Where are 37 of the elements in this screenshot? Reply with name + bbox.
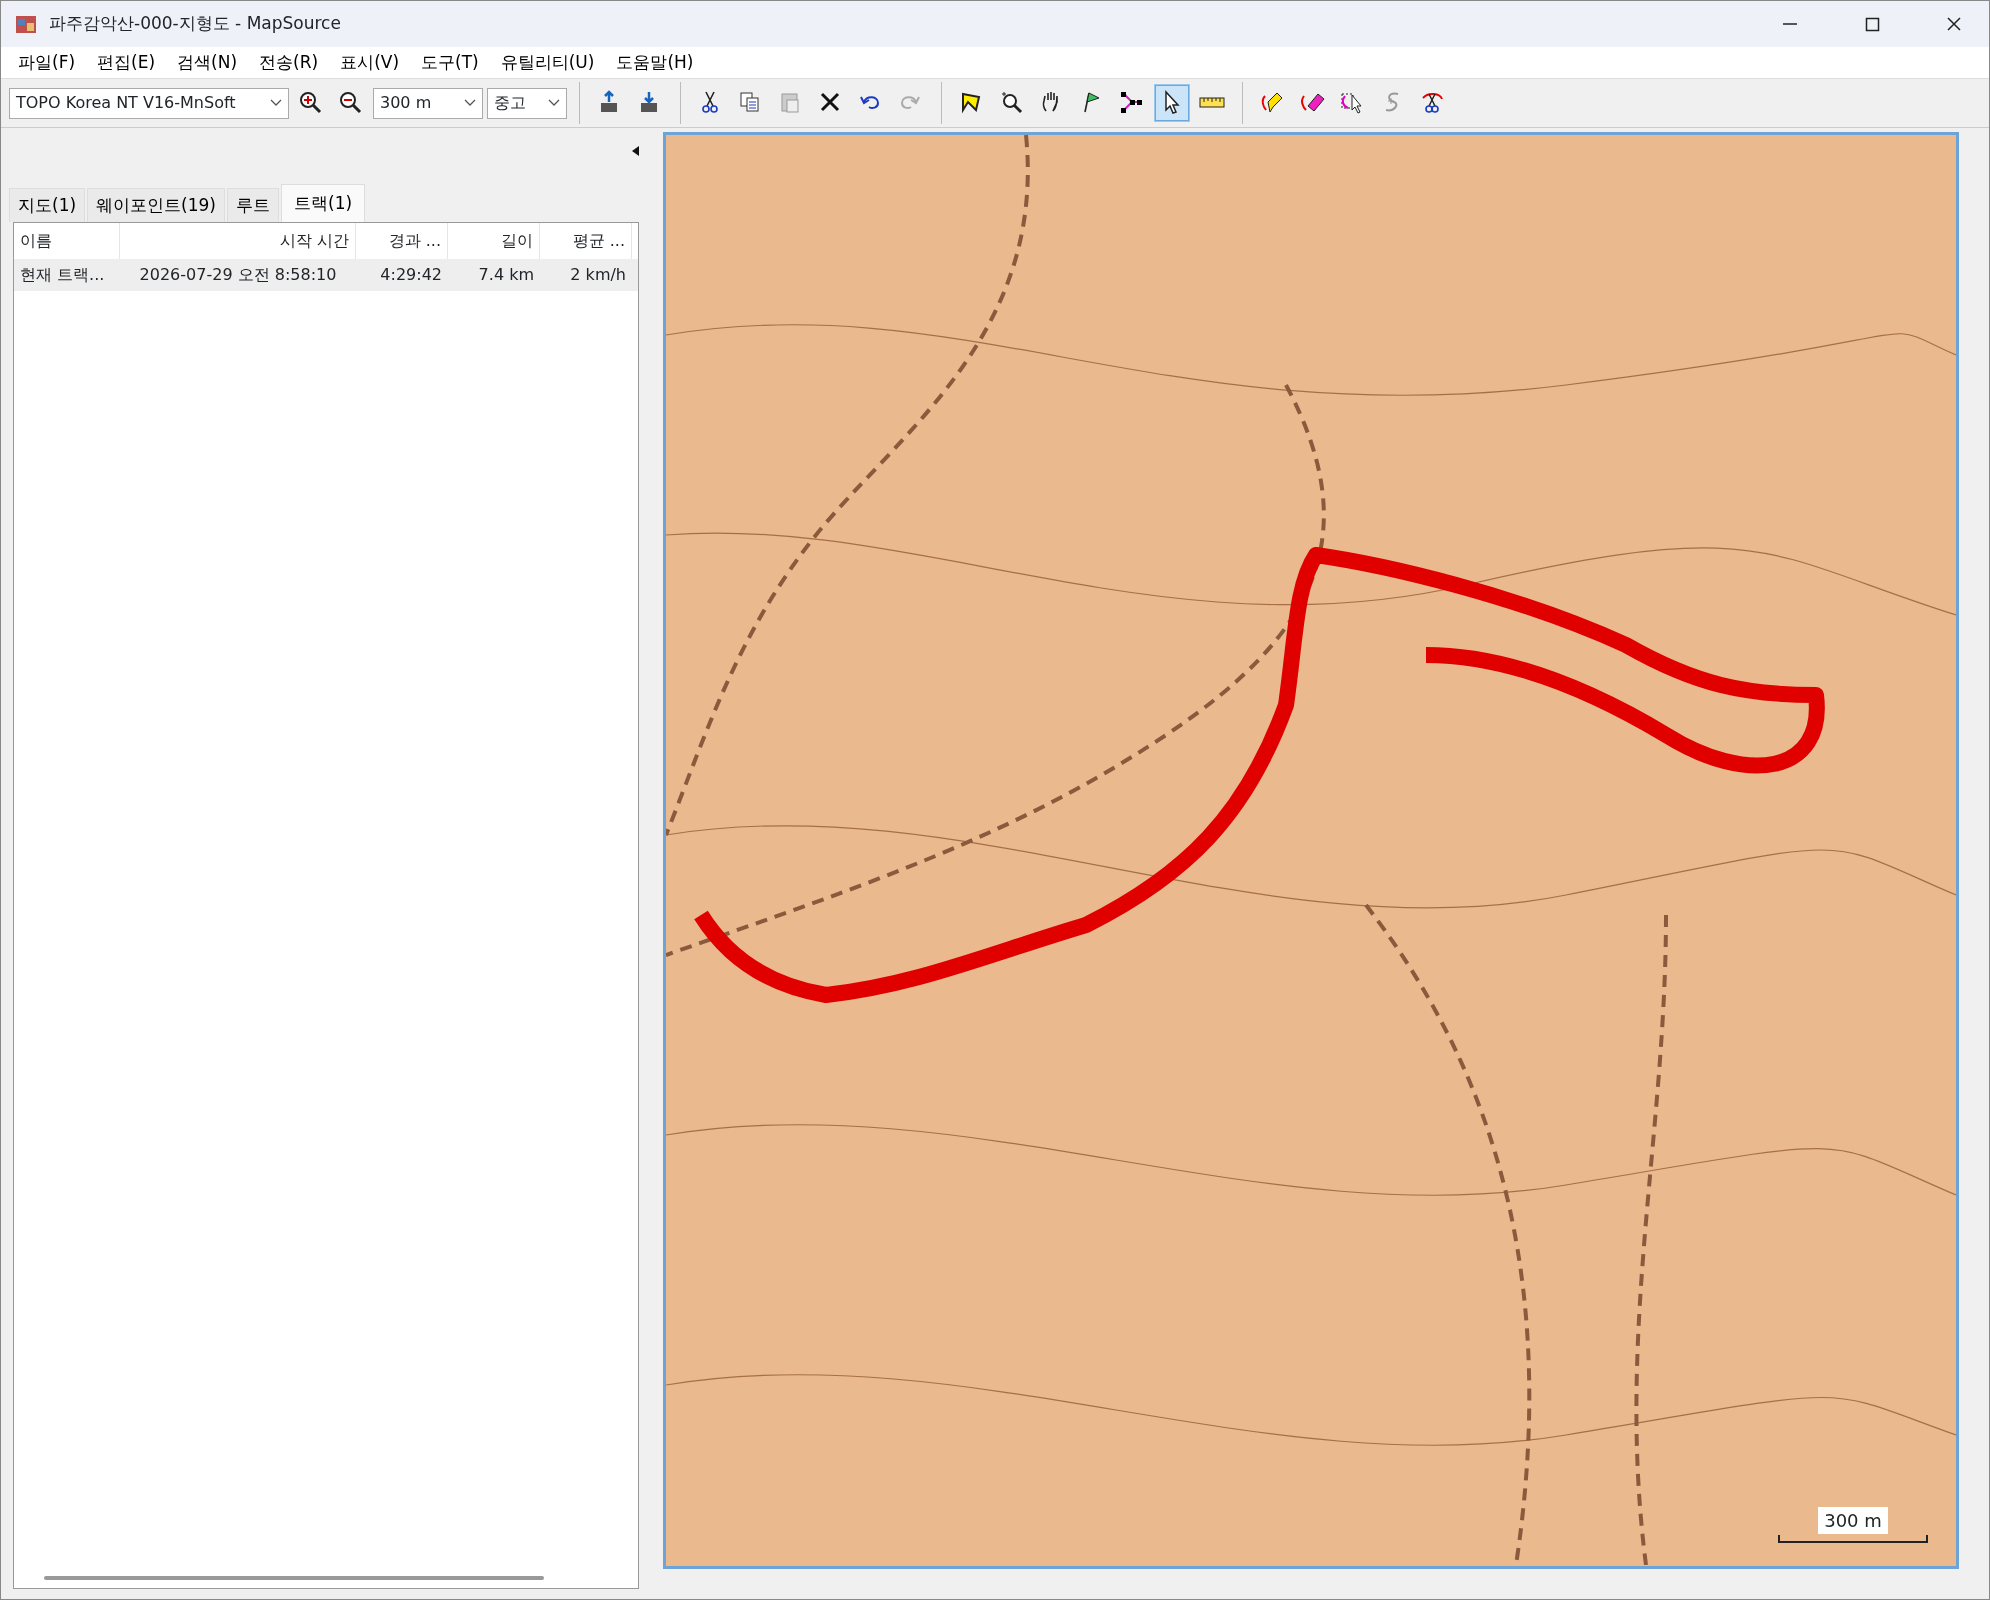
zoom-in-icon <box>298 90 324 116</box>
tab[interactable]: 트랙(1) <box>281 183 366 222</box>
tab[interactable]: 루트 <box>227 187 279 222</box>
caret-icon <box>548 99 560 107</box>
table-cell[interactable]: 2 km/h <box>540 259 632 291</box>
map-product-dropdown[interactable]: TOPO Korea NT V16-MnSoft <box>9 87 289 119</box>
detail-dropdown[interactable]: 중고 <box>487 87 567 119</box>
table-cell[interactable]: 4:29:42 <box>356 259 448 291</box>
map-view[interactable]: 300 m <box>663 132 1959 1569</box>
scrollbar-thumb[interactable] <box>44 1576 544 1580</box>
window-title: 파주감악산-000-지형도 - MapSource <box>49 12 341 36</box>
route-points-icon <box>1119 90 1145 116</box>
close-icon <box>1945 15 1963 33</box>
menu-item[interactable]: 전송(R) <box>248 49 330 76</box>
tab[interactable]: 웨이포인트(19) <box>87 187 225 222</box>
menu-item[interactable]: 표시(V) <box>329 49 411 76</box>
maximize-icon <box>1863 15 1881 33</box>
track-cut-icon <box>1420 90 1446 116</box>
table-cell[interactable]: 2026-07-29 오전 8:58:10 <box>120 259 356 291</box>
magnifier-icon <box>999 90 1025 116</box>
scale-label: 300 m <box>1818 1507 1888 1534</box>
menu-item[interactable]: 파일(F) <box>7 49 87 76</box>
tab[interactable]: 지도(1) <box>9 187 86 222</box>
minimize-icon <box>1783 23 1797 25</box>
zoom-out-icon <box>338 90 364 116</box>
zoom-scale-dropdown[interactable]: 300 m <box>373 87 483 119</box>
menu-item[interactable]: 유틸리티(U) <box>489 49 606 76</box>
menu-item[interactable]: 편집(E) <box>86 49 167 76</box>
menu-item[interactable]: 도구(T) <box>410 49 490 76</box>
menu-item[interactable]: 도움말(H) <box>605 49 705 76</box>
toolbar-button[interactable] <box>1154 84 1190 122</box>
table-cell[interactable]: 현재 트랙... <box>14 259 120 291</box>
menu-item[interactable]: 검색(N) <box>166 49 249 76</box>
caret-icon <box>270 99 282 107</box>
table-cell[interactable]: 7.4 km <box>448 259 540 291</box>
caret-icon <box>464 99 476 107</box>
app-icon <box>15 13 37 35</box>
